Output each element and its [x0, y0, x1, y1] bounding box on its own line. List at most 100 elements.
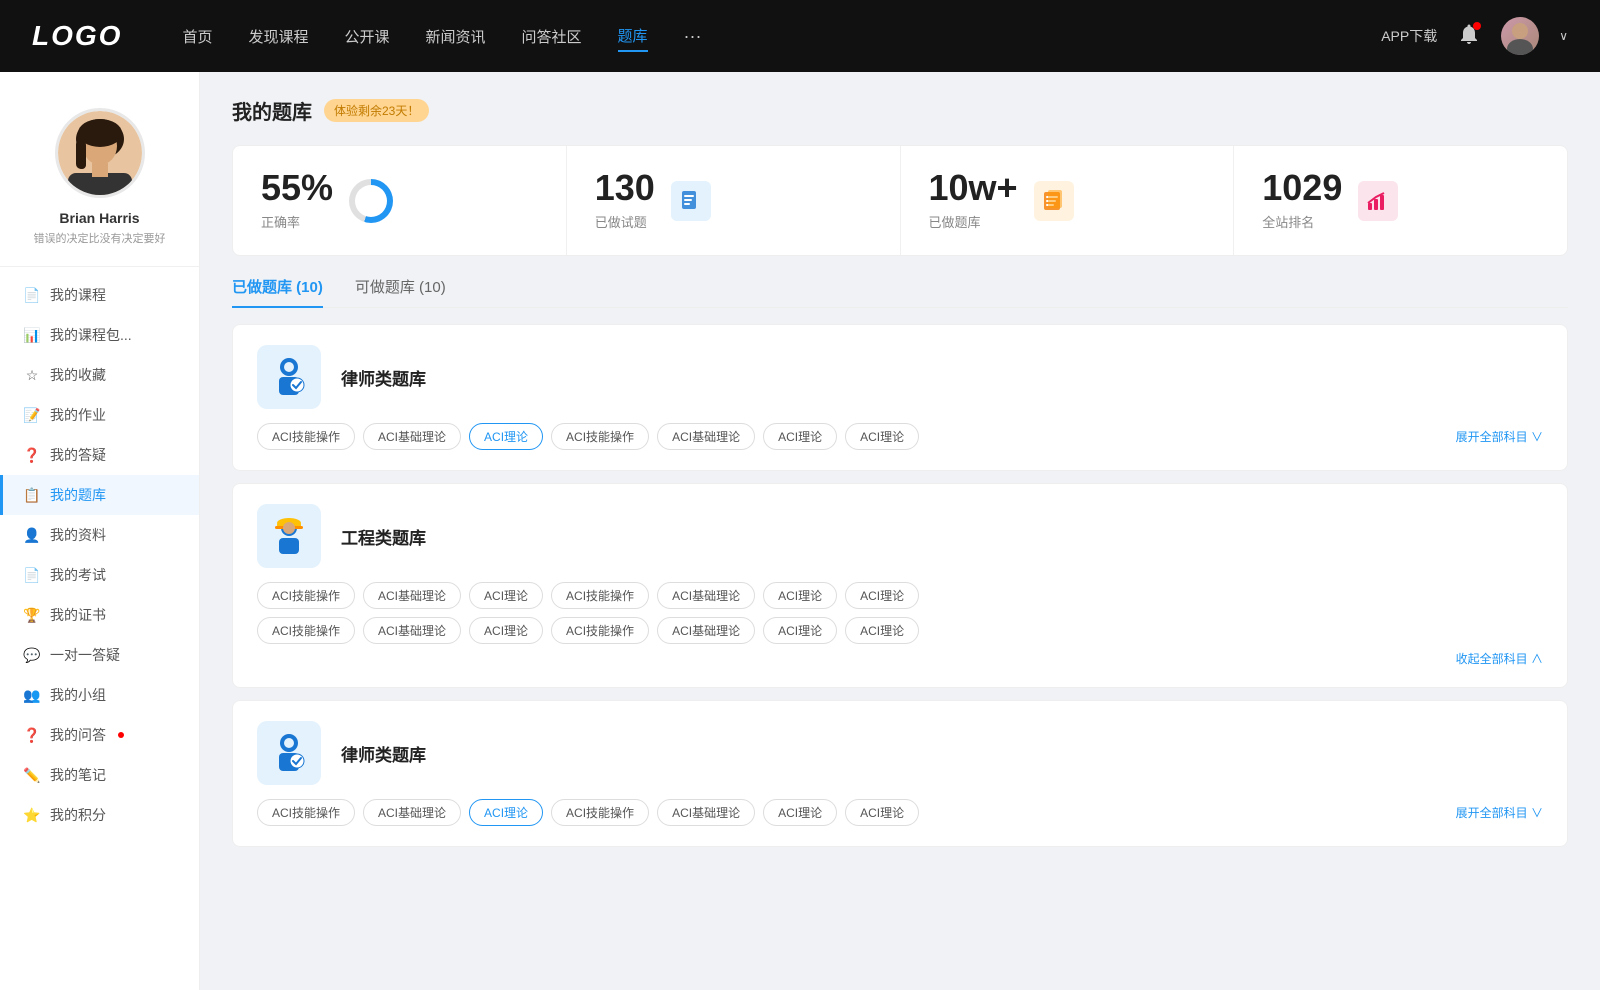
- nav-question-bank[interactable]: 题库: [618, 21, 648, 52]
- bank-title-engineer: 工程类题库: [341, 524, 426, 549]
- tag-0-engineer[interactable]: ACI技能操作: [257, 582, 355, 609]
- nav-discover[interactable]: 发现课程: [248, 22, 308, 51]
- tag-1-engineer[interactable]: ACI基础理论: [363, 582, 461, 609]
- my-exam-icon: 📄: [24, 567, 40, 583]
- user-dropdown-arrow[interactable]: ∨: [1559, 29, 1568, 43]
- tag-5-engineer[interactable]: ACI理论: [763, 582, 837, 609]
- avatar-image: [1501, 17, 1539, 55]
- nav-more[interactable]: ···: [684, 22, 702, 51]
- app-download-button[interactable]: APP下载: [1381, 26, 1437, 46]
- nav-open-course[interactable]: 公开课: [344, 22, 389, 51]
- sidebar-item-course-packages[interactable]: 📊 我的课程包...: [0, 315, 199, 355]
- tab-available[interactable]: 可做题库 (10): [355, 276, 446, 307]
- tag-5-lawyer-2[interactable]: ACI理论: [763, 799, 837, 826]
- sidebar-item-certificate[interactable]: 🏆 我的证书: [0, 595, 199, 635]
- nav-qa[interactable]: 问答社区: [522, 22, 582, 51]
- profile-name: Brian Harris: [59, 210, 139, 226]
- sidebar-item-one-on-one[interactable]: 💬 一对一答疑: [0, 635, 199, 675]
- sidebar-item-my-exam[interactable]: 📄 我的考试: [0, 555, 199, 595]
- lawyer-bank-icon-1: [257, 345, 321, 409]
- sidebar-item-my-group[interactable]: 👥 我的小组: [0, 675, 199, 715]
- tag-6-lawyer-1[interactable]: ACI理论: [845, 423, 919, 450]
- nav-news[interactable]: 新闻资讯: [426, 22, 486, 51]
- sidebar-item-my-points[interactable]: ⭐ 我的积分: [0, 795, 199, 835]
- stat-done-banks-info: 10w+ 已做题库: [929, 170, 1018, 231]
- stat-accuracy-value: 55%: [261, 170, 333, 206]
- sidebar-profile: Brian Harris 错误的决定比没有决定要好: [0, 92, 199, 267]
- logo[interactable]: LOGO: [32, 20, 122, 52]
- sidebar-item-label-my-group: 我的小组: [50, 685, 106, 705]
- tag-6-engineer-extra[interactable]: ACI理论: [845, 617, 919, 644]
- tag-2-engineer[interactable]: ACI理论: [469, 582, 543, 609]
- tag-4-engineer[interactable]: ACI基础理论: [657, 582, 755, 609]
- bell-button[interactable]: [1457, 22, 1481, 51]
- expand-lawyer-2[interactable]: 展开全部科目 ∨: [1456, 804, 1543, 821]
- tag-3-lawyer-2[interactable]: ACI技能操作: [551, 799, 649, 826]
- page-title: 我的题库: [232, 96, 312, 125]
- one-on-one-icon: 💬: [24, 647, 40, 663]
- sidebar-item-favorites[interactable]: ☆ 我的收藏: [0, 355, 199, 395]
- my-qa-icon: ❓: [24, 447, 40, 463]
- sidebar-item-label-my-exam: 我的考试: [50, 565, 106, 585]
- tag-3-engineer-extra[interactable]: ACI技能操作: [551, 617, 649, 644]
- bank-card-lawyer-1: 律师类题库 ACI技能操作 ACI基础理论 ACI理论 ACI技能操作 ACI基…: [232, 324, 1568, 471]
- sidebar-item-my-qa[interactable]: ❓ 我的答疑: [0, 435, 199, 475]
- lawyer-icon-svg-2: [267, 731, 311, 775]
- navbar: LOGO 首页 发现课程 公开课 新闻资讯 问答社区 题库 ··· APP下载 …: [0, 0, 1600, 72]
- tag-6-engineer[interactable]: ACI理论: [845, 582, 919, 609]
- tag-5-lawyer-1[interactable]: ACI理论: [763, 423, 837, 450]
- stat-done-banks: 10w+ 已做题库: [901, 146, 1235, 255]
- stat-rank-info: 1029 全站排名: [1262, 170, 1342, 231]
- stat-accuracy: 55% 正确率: [233, 146, 567, 255]
- doc-icon: [679, 189, 703, 213]
- sidebar-item-my-notes[interactable]: ✏️ 我的笔记: [0, 755, 199, 795]
- navbar-right: APP下载 ∨: [1381, 17, 1568, 55]
- tab-done[interactable]: 已做题库 (10): [232, 276, 323, 307]
- tag-4-engineer-extra[interactable]: ACI基础理论: [657, 617, 755, 644]
- stat-accuracy-label: 正确率: [261, 212, 333, 231]
- sidebar-item-my-questions[interactable]: ❓ 我的问答: [0, 715, 199, 755]
- tag-1-lawyer-2[interactable]: ACI基础理论: [363, 799, 461, 826]
- expand-lawyer-1[interactable]: 展开全部科目 ∨: [1456, 428, 1543, 445]
- sidebar-item-my-profile[interactable]: 👤 我的资料: [0, 515, 199, 555]
- trial-badge: 体验剩余23天！: [324, 99, 429, 122]
- sidebar-item-label-my-points: 我的积分: [50, 805, 106, 825]
- collapse-engineer[interactable]: 收起全部科目 ∧: [257, 644, 1543, 667]
- my-questions-icon: ❓: [24, 727, 40, 743]
- sidebar-item-label-my-profile: 我的资料: [50, 525, 106, 545]
- question-bank-icon-svg: [1042, 189, 1066, 213]
- tag-2-lawyer-1[interactable]: ACI理论: [469, 423, 543, 450]
- tag-5-engineer-extra[interactable]: ACI理论: [763, 617, 837, 644]
- certificate-icon: 🏆: [24, 607, 40, 623]
- nav-home[interactable]: 首页: [182, 22, 212, 51]
- tag-3-lawyer-1[interactable]: ACI技能操作: [551, 423, 649, 450]
- sidebar-item-homework[interactable]: 📝 我的作业: [0, 395, 199, 435]
- sidebar-menu: 📄 我的课程 📊 我的课程包... ☆ 我的收藏 📝 我的作业 ❓ 我的答疑 📋: [0, 275, 199, 835]
- profile-motto: 错误的决定比没有决定要好: [34, 230, 166, 246]
- tag-0-engineer-extra[interactable]: ACI技能操作: [257, 617, 355, 644]
- user-avatar[interactable]: [1501, 17, 1539, 55]
- tag-6-lawyer-2[interactable]: ACI理论: [845, 799, 919, 826]
- tag-0-lawyer-1[interactable]: ACI技能操作: [257, 423, 355, 450]
- tag-0-lawyer-2[interactable]: ACI技能操作: [257, 799, 355, 826]
- engineer-bank-icon: [257, 504, 321, 568]
- homework-icon: 📝: [24, 407, 40, 423]
- sidebar-item-label-favorites: 我的收藏: [50, 365, 106, 385]
- tag-1-lawyer-1[interactable]: ACI基础理论: [363, 423, 461, 450]
- tag-4-lawyer-2[interactable]: ACI基础理论: [657, 799, 755, 826]
- rank-icon: [1358, 181, 1398, 221]
- sidebar-item-question-bank[interactable]: 📋 我的题库: [0, 475, 199, 515]
- tags-row-lawyer-1: ACI技能操作 ACI基础理论 ACI理论 ACI技能操作 ACI基础理论 AC…: [257, 423, 1543, 450]
- profile-avatar[interactable]: [55, 108, 145, 198]
- my-group-icon: 👥: [24, 687, 40, 703]
- my-courses-icon: 📄: [24, 287, 40, 303]
- tag-2-engineer-extra[interactable]: ACI理论: [469, 617, 543, 644]
- lawyer-icon-svg-1: [267, 355, 311, 399]
- sidebar-item-my-courses[interactable]: 📄 我的课程: [0, 275, 199, 315]
- tag-3-engineer[interactable]: ACI技能操作: [551, 582, 649, 609]
- tag-4-lawyer-1[interactable]: ACI基础理论: [657, 423, 755, 450]
- bank-card-engineer: 工程类题库 ACI技能操作 ACI基础理论 ACI理论 ACI技能操作 ACI基…: [232, 483, 1568, 688]
- tag-2-lawyer-2[interactable]: ACI理论: [469, 799, 543, 826]
- stat-accuracy-info: 55% 正确率: [261, 170, 333, 231]
- tag-1-engineer-extra[interactable]: ACI基础理论: [363, 617, 461, 644]
